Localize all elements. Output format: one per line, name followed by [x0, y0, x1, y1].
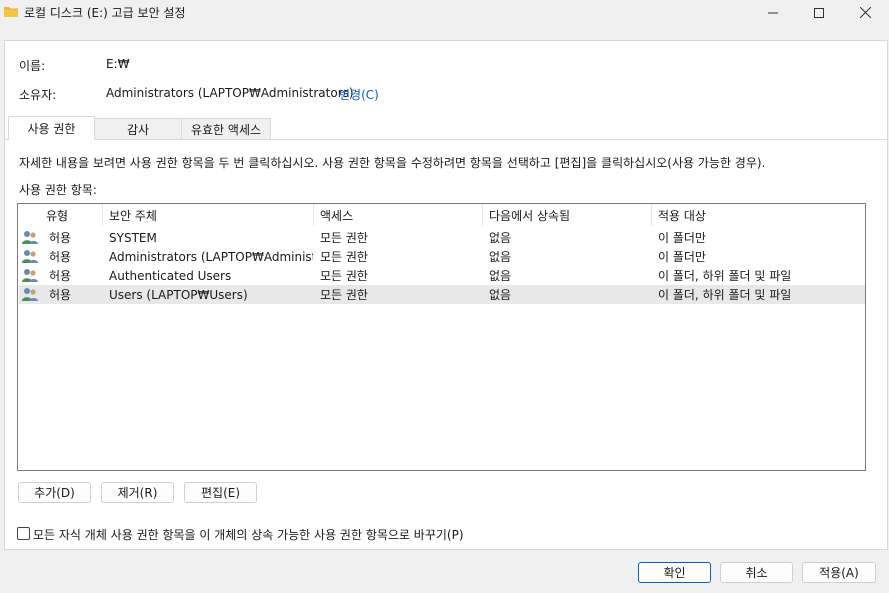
tab-label: 유효한 액세스: [190, 123, 262, 137]
user-group-icon: [22, 231, 38, 244]
user-group-icon: [22, 269, 38, 282]
window-title: 로컬 디스크 (E:) 고급 보안 설정: [24, 6, 186, 20]
row-applies: 이 폴더만: [658, 250, 706, 264]
column-header-access[interactable]: 액세스: [314, 204, 483, 226]
user-group-icon: [22, 250, 38, 263]
close-button[interactable]: [842, 0, 888, 25]
row-access: 모든 권한: [320, 269, 368, 283]
maximize-icon: [814, 7, 824, 18]
name-value: E:₩: [106, 57, 130, 71]
row-inherited: 없음: [489, 269, 512, 283]
row-principal: SYSTEM: [109, 230, 157, 245]
row-applies: 이 폴더, 하위 폴더 및 파일: [658, 269, 792, 283]
table-row[interactable]: 허용 Administrators (LAPTOP₩Administr... 모…: [19, 247, 865, 266]
tab-divider: [5, 139, 887, 140]
row-access: 모든 권한: [320, 231, 368, 245]
column-header-applies[interactable]: 적용 대상: [652, 204, 865, 226]
folder-icon: [4, 7, 18, 17]
apply-button-label: 적용(A): [819, 566, 859, 580]
minimize-icon: [768, 12, 778, 13]
table-row[interactable]: 허용 SYSTEM 모든 권한 없음 이 폴더만: [19, 228, 865, 247]
column-header-label: 적용 대상: [658, 208, 706, 223]
tab-label: 감사: [126, 123, 150, 137]
column-header-type[interactable]: 유형: [40, 204, 103, 226]
description-text: 자세한 내용을 보려면 사용 권한 항목을 두 번 클릭하십시오. 사용 권한 …: [19, 156, 766, 170]
replace-child-permissions-label[interactable]: 모든 자식 개체 사용 권한 항목을 이 개체의 상속 가능한 사용 권한 항목…: [33, 526, 464, 543]
minimize-button[interactable]: [750, 0, 796, 25]
replace-child-permissions-checkbox[interactable]: [17, 527, 30, 540]
tab-permissions[interactable]: 사용 권한: [8, 116, 95, 140]
column-header-label: 유형: [46, 208, 69, 223]
row-inherited: 없음: [489, 250, 512, 264]
owner-value: Administrators (LAPTOP₩Administrators): [106, 86, 354, 100]
column-header-label: 다음에서 상속됨: [489, 208, 571, 223]
row-inherited: 없음: [489, 288, 512, 302]
row-applies: 이 폴더만: [658, 231, 706, 245]
column-header-principal[interactable]: 보안 주체: [103, 204, 314, 226]
column-header-inherited[interactable]: 다음에서 상속됨: [483, 204, 652, 226]
row-principal: Authenticated Users: [109, 268, 232, 283]
ok-button-label: 확인: [663, 566, 686, 580]
row-type: 허용: [49, 269, 72, 283]
row-type: 허용: [49, 288, 72, 302]
tab-label: 사용 권한: [27, 122, 76, 136]
user-group-icon: [22, 288, 38, 301]
column-header-label: 액세스: [320, 208, 354, 223]
table-row-selected[interactable]: 허용 Users (LAPTOP₩Users) 모든 권한 없음 이 폴더, 하…: [19, 285, 865, 304]
cancel-button[interactable]: 취소: [720, 562, 793, 583]
name-label: 이름:: [19, 59, 46, 73]
table-row[interactable]: 허용 Authenticated Users 모든 권한 없음 이 폴더, 하위…: [19, 266, 865, 285]
permission-entries-list[interactable]: 유형 보안 주체 액세스 다음에서 상속됨 적용 대상 허용 SYSTEM 모든…: [17, 203, 866, 471]
row-access: 모든 권한: [320, 288, 368, 302]
row-principal: Administrators (LAPTOP₩Administr...: [109, 249, 313, 264]
title-bar: 로컬 디스크 (E:) 고급 보안 설정: [0, 0, 889, 25]
remove-button-label: 제거(R): [117, 486, 158, 500]
add-button-label: 추가(D): [34, 486, 75, 500]
tab-effective-access[interactable]: 유효한 액세스: [181, 118, 271, 140]
settings-panel: 이름: E:₩ 소유자: Administrators (LAPTOP₩Admi…: [4, 40, 888, 550]
entries-label: 사용 권한 항목:: [19, 183, 97, 197]
apply-button[interactable]: 적용(A): [802, 562, 876, 583]
row-applies: 이 폴더, 하위 폴더 및 파일: [658, 288, 792, 302]
tab-auditing[interactable]: 감사: [94, 118, 182, 140]
close-icon: [859, 7, 871, 18]
row-type: 허용: [49, 231, 72, 245]
edit-button[interactable]: 편집(E): [184, 482, 257, 503]
remove-button[interactable]: 제거(R): [101, 482, 174, 503]
ok-button[interactable]: 확인: [638, 562, 711, 583]
add-button[interactable]: 추가(D): [18, 482, 91, 503]
owner-label: 소유자:: [19, 88, 57, 102]
change-owner-link[interactable]: 변경(C): [339, 86, 379, 103]
row-inherited: 없음: [489, 231, 512, 245]
cancel-button-label: 취소: [745, 566, 768, 580]
row-access: 모든 권한: [320, 250, 368, 264]
row-principal: Users (LAPTOP₩Users): [109, 287, 248, 302]
row-type: 허용: [49, 250, 72, 264]
edit-button-label: 편집(E): [200, 486, 241, 500]
maximize-button[interactable]: [796, 0, 842, 25]
column-header-label: 보안 주체: [109, 208, 157, 223]
